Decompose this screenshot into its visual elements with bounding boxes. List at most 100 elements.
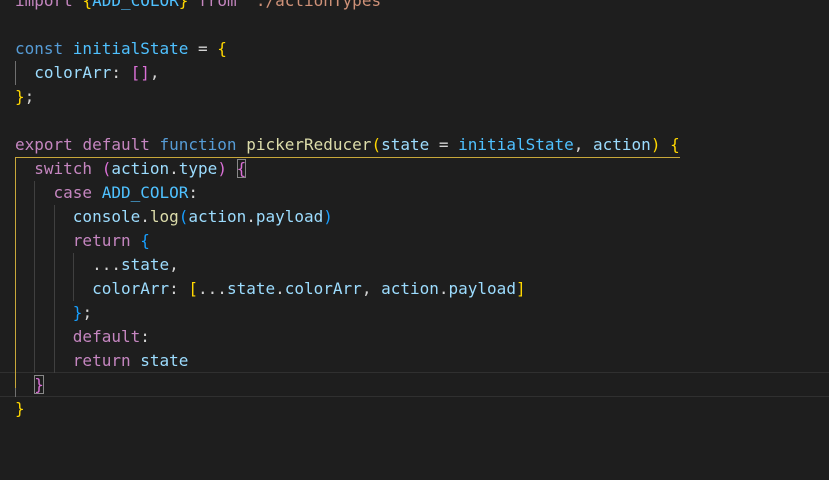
matched-bracket: } [34,375,44,394]
code-token: state [226,279,276,298]
code-token: state [120,255,170,274]
code-token: default [82,135,160,154]
code-line[interactable]: colorArr: [...state.colorArr, action.pay… [0,277,829,301]
code-token: action [188,207,247,226]
code-line[interactable]: ...state, [0,253,829,277]
code-token: = [429,135,459,154]
code-token: const [15,39,73,58]
code-token: export [15,135,83,154]
code-line-text: } [15,397,25,421]
code-token: [ [188,279,199,298]
code-line[interactable]: console.log(action.payload) [0,205,829,229]
code-line-text: }; [15,85,34,109]
code-token: ) [323,207,333,226]
code-token: ... [198,279,227,298]
code-line-text: default: [15,325,150,349]
code-line[interactable]: return { [0,229,829,253]
code-line[interactable]: colorArr: [], [0,61,829,85]
code-token: , [149,63,160,82]
code-token: , [169,255,179,274]
code-line[interactable]: }; [0,85,829,109]
code-line[interactable]: }; [0,301,829,325]
code-token: log [149,207,179,226]
code-token: initialState [72,39,189,58]
code-token: action [381,279,439,298]
code-token: { [217,39,227,58]
code-editor[interactable]: import {ADD_COLOR} from './actionTypes' c… [0,0,829,480]
code-token: ADD_COLOR [92,0,179,10]
code-line[interactable]: export default function pickerReducer(st… [0,133,829,157]
code-token: ) [217,159,227,178]
code-line[interactable]: import {ADD_COLOR} from './actionTypes' [0,0,829,13]
code-line-text: switch (action.type) { [15,157,247,181]
code-line[interactable]: } [0,397,829,421]
code-token: } [72,303,83,322]
code-token: . [140,207,150,226]
code-line-text: console.log(action.payload) [15,205,333,229]
code-line[interactable]: } [0,373,829,397]
code-token: ( [101,159,112,178]
code-token: type [178,159,218,178]
code-token: colorArr [284,279,362,298]
code-line[interactable]: const initialState = { [0,37,829,61]
code-token: return [72,231,141,250]
matched-bracket: { [236,159,247,178]
code-token: : [188,183,199,202]
code-line[interactable]: return state [0,349,829,373]
code-token: . [169,159,179,178]
code-token: : [140,327,150,346]
code-token: function [159,135,247,154]
code-token: { [82,0,93,10]
code-line[interactable]: case ADD_COLOR: [0,181,829,205]
code-line[interactable]: switch (action.type) { [0,157,829,181]
code-token: ADD_COLOR [101,183,189,202]
code-token: default [72,327,141,346]
code-token: ; [82,303,93,322]
code-token: colorArr [92,279,170,298]
code-token: ] [515,279,526,298]
code-token: ... [92,255,121,274]
code-token: case [53,183,102,202]
code-token: } [15,87,25,106]
code-token: = [188,39,218,58]
code-line-text: } [15,373,44,397]
code-line-text: import {ADD_COLOR} from './actionTypes' [15,0,391,13]
code-line-text: return { [15,229,150,253]
code-token: , [361,279,382,298]
code-line-text: export default function pickerReducer(st… [15,133,680,157]
code-token: ( [371,135,382,154]
code-token: : [169,279,189,298]
code-token: payload [255,207,324,226]
code-token: console [72,207,141,226]
code-line[interactable]: default: [0,325,829,349]
code-token: state [381,135,430,154]
code-token: state [140,351,189,370]
code-token: ; [24,87,35,106]
code-token: switch [34,159,102,178]
code-line[interactable] [0,13,829,37]
code-token: './actionTypes' [246,0,391,10]
code-token: import [15,0,83,10]
code-token: action [111,159,170,178]
code-line-text: colorArr: [], [15,61,160,85]
code-token: } [15,399,25,418]
code-token: colorArr [34,63,112,82]
code-line-text: const initialState = { [15,37,227,61]
code-token: return [72,351,141,370]
code-token: ) [650,135,661,154]
code-token: from [188,0,247,10]
code-token: ( [178,207,189,226]
code-line-text: }; [15,301,92,325]
code-line[interactable] [0,109,829,133]
